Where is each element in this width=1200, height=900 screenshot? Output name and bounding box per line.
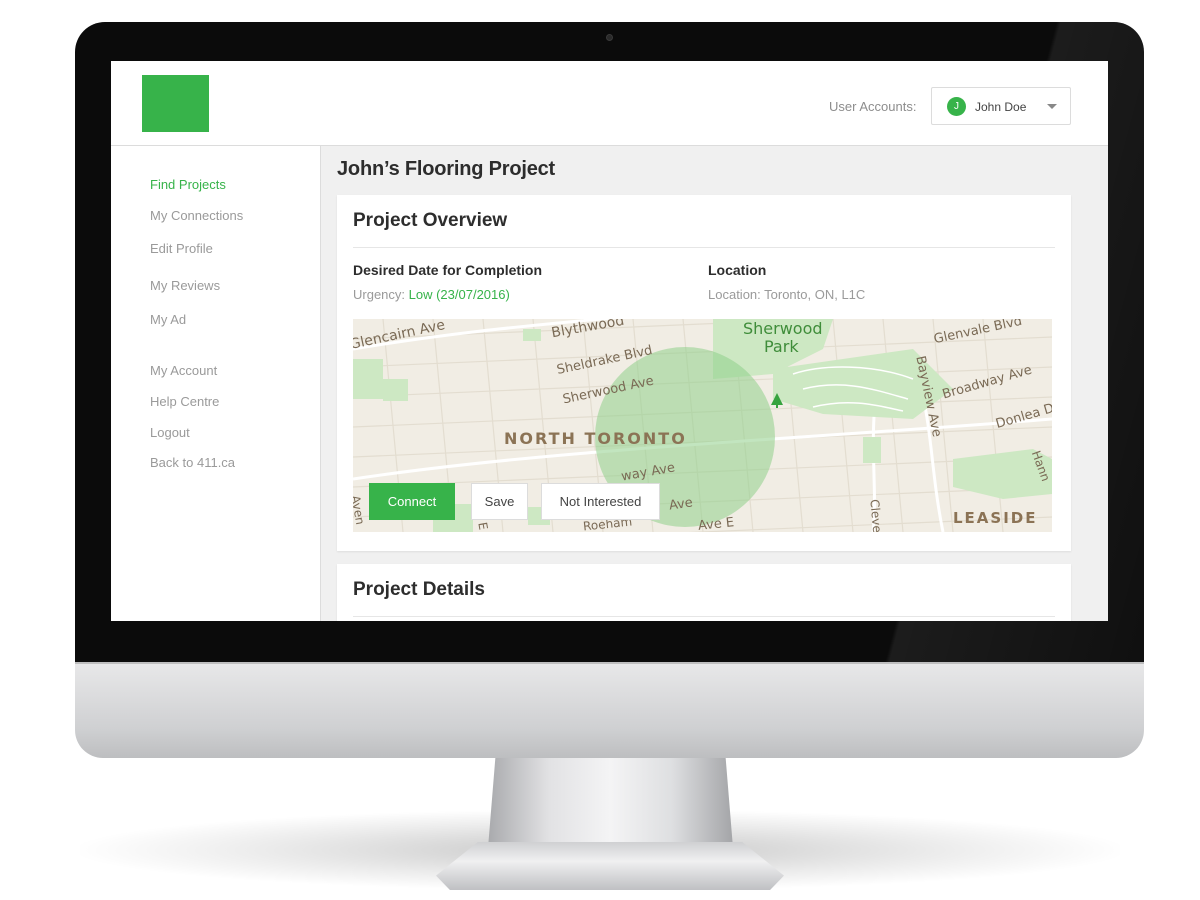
sidebar-item-my-connections[interactable]: My Connections: [150, 208, 243, 223]
urgency-date: Low (23/07/2016): [408, 287, 510, 302]
map-label-sherwood-park-1: Sherwood: [743, 319, 823, 338]
chevron-down-icon: [1047, 104, 1057, 109]
app-screen: User Accounts: J John Doe Find Projects …: [111, 61, 1108, 621]
account-name: John Doe: [975, 100, 1027, 114]
sidebar-item-my-ad[interactable]: My Ad: [150, 312, 186, 327]
not-interested-button[interactable]: Not Interested: [541, 483, 660, 520]
sidebar-item-my-account[interactable]: My Account: [150, 363, 217, 378]
project-details-card: Project Details: [337, 564, 1071, 621]
location-value: Location: Toronto, ON, L1C: [708, 287, 866, 302]
project-overview-card: Project Overview Desired Date for Comple…: [337, 195, 1071, 551]
sidebar-item-back-to-411[interactable]: Back to 411.ca: [150, 455, 235, 470]
brand-logo[interactable]: [142, 75, 209, 132]
urgency-prefix: Urgency:: [353, 287, 409, 302]
map-graphic: [353, 319, 1052, 532]
camera-icon: [606, 34, 613, 41]
map-label-leaside: LEASIDE: [953, 509, 1038, 527]
sidebar-item-my-reviews[interactable]: My Reviews: [150, 278, 220, 293]
sidebar-item-logout[interactable]: Logout: [150, 425, 190, 440]
sidebar-item-edit-profile[interactable]: Edit Profile: [150, 241, 213, 256]
location-label: Location: [708, 262, 767, 278]
divider: [353, 247, 1055, 248]
user-accounts-label: User Accounts:: [829, 99, 917, 114]
sidebar-nav: Find Projects My Connections Edit Profil…: [111, 146, 321, 621]
map-label-sherwood-park-2: Park: [764, 337, 799, 356]
completion-date-label: Desired Date for Completion: [353, 262, 543, 278]
top-bar: User Accounts: J John Doe: [111, 61, 1108, 146]
monitor-mockup: User Accounts: J John Doe Find Projects …: [0, 0, 1200, 900]
main-content: John’s Flooring Project Project Overview…: [321, 146, 1108, 621]
monitor-chin: [75, 660, 1144, 758]
map-label-cleve: Cleve: [867, 498, 885, 532]
urgency-value: Urgency: Low (23/07/2016): [353, 287, 510, 302]
details-title: Project Details: [353, 579, 485, 600]
divider: [353, 616, 1055, 617]
location-map[interactable]: Glencairn Ave Blythwood Sheldrake Blvd S…: [353, 319, 1052, 532]
avatar: J: [947, 97, 966, 116]
connect-button[interactable]: Connect: [369, 483, 455, 520]
map-label-north-toronto: NORTH TORONTO: [504, 429, 687, 448]
monitor-foot: [436, 842, 784, 890]
sidebar-item-find-projects[interactable]: Find Projects: [150, 177, 226, 192]
user-account-dropdown[interactable]: J John Doe: [931, 87, 1071, 125]
monitor-neck: [488, 758, 733, 848]
sidebar-item-help-centre[interactable]: Help Centre: [150, 394, 219, 409]
page-title: John’s Flooring Project: [337, 158, 556, 180]
overview-title: Project Overview: [353, 210, 508, 231]
save-button[interactable]: Save: [471, 483, 528, 520]
map-label-eglinton-e: Ave E: [697, 515, 735, 532]
